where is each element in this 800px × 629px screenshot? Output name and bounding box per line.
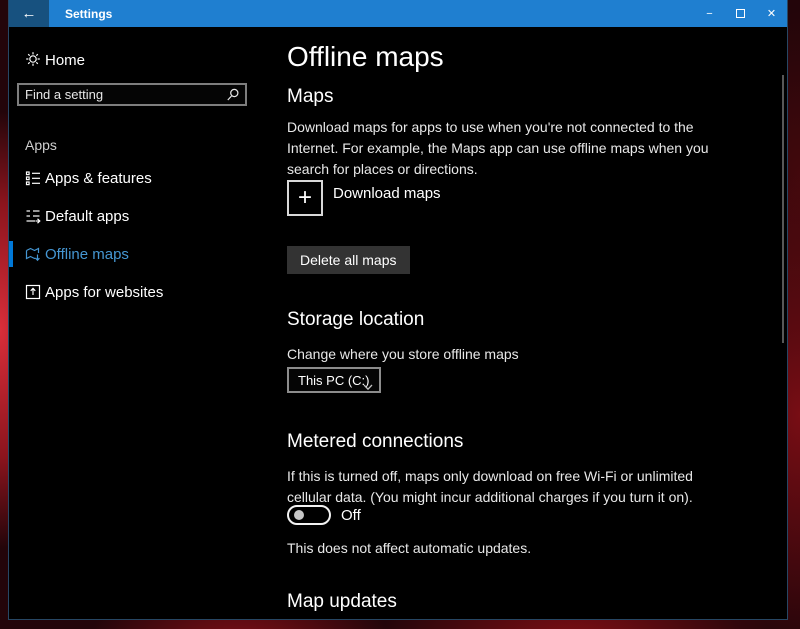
maps-description: Download maps for apps to use when you'r…: [287, 117, 709, 180]
maximize-button[interactable]: [725, 0, 756, 27]
sidebar-home-label: Home: [45, 52, 85, 69]
sidebar-item-apps-features[interactable]: Apps & features: [9, 159, 279, 197]
metered-connections-toggle[interactable]: [287, 505, 331, 525]
maps-heading: Maps: [287, 86, 333, 108]
maximize-icon: [736, 9, 745, 18]
maps-description-line: Internet. For example, the Maps app can …: [287, 138, 709, 159]
close-button[interactable]: ✕: [756, 0, 787, 27]
sidebar-item-apps-for-websites[interactable]: Apps for websites: [9, 273, 279, 311]
toggle-state-label: Off: [341, 507, 361, 524]
storage-location-heading: Storage location: [287, 309, 424, 331]
scrollbar-thumb[interactable]: [782, 75, 784, 343]
storage-location-dropdown[interactable]: This PC (C:): [287, 367, 381, 393]
minimize-button[interactable]: −: [694, 0, 725, 27]
search-input[interactable]: [25, 85, 220, 104]
maps-description-line: Download maps for apps to use when you'r…: [287, 117, 709, 138]
sidebar-item-label: Apps for websites: [45, 284, 163, 301]
plus-icon: +: [298, 184, 312, 211]
apps-for-websites-icon: [25, 284, 41, 305]
close-icon: ✕: [767, 7, 776, 20]
sidebar: Home Apps Apps & features: [9, 27, 279, 619]
map-updates-heading: Map updates: [287, 591, 397, 613]
titlebar: ← Settings − ✕: [9, 0, 787, 27]
gear-icon: [25, 51, 41, 72]
metered-note: This does not affect automatic updates.: [287, 540, 531, 556]
download-maps-button[interactable]: +: [287, 180, 323, 216]
sidebar-item-offline-maps[interactable]: Offline maps: [9, 235, 279, 273]
selection-accent-bar: [9, 241, 13, 267]
sidebar-item-home[interactable]: Home: [9, 45, 279, 75]
sidebar-section-label: Apps: [25, 137, 57, 153]
metered-description-line: If this is turned off, maps only downloa…: [287, 466, 693, 487]
back-button[interactable]: ←: [9, 0, 49, 27]
settings-window: ← Settings − ✕: [8, 0, 788, 620]
metered-description-line: cellular data. (You might incur addition…: [287, 487, 693, 508]
offline-maps-icon: [25, 246, 41, 267]
metered-connections-heading: Metered connections: [287, 431, 463, 453]
chevron-down-icon: [363, 378, 373, 396]
sidebar-item-label: Apps & features: [45, 170, 152, 187]
storage-location-caption: Change where you store offline maps: [287, 346, 519, 362]
toggle-knob: [294, 510, 304, 520]
dropdown-selected-value: This PC (C:): [298, 373, 370, 388]
page-title: Offline maps: [287, 41, 444, 73]
search-icon: [226, 88, 240, 107]
back-arrow-icon: ←: [22, 5, 37, 22]
metered-description: If this is turned off, maps only downloa…: [287, 466, 693, 508]
search-box: [17, 83, 247, 106]
apps-features-icon: [25, 170, 41, 191]
sidebar-item-label: Default apps: [45, 208, 129, 225]
minimize-icon: −: [706, 8, 712, 20]
sidebar-item-label: Offline maps: [45, 246, 129, 263]
sidebar-item-default-apps[interactable]: Default apps: [9, 197, 279, 235]
download-maps-label: Download maps: [333, 185, 441, 202]
main-content: Offline maps Maps Download maps for apps…: [279, 27, 787, 619]
window-controls: − ✕: [694, 0, 787, 27]
default-apps-icon: [25, 208, 41, 229]
window-title: Settings: [65, 7, 694, 21]
delete-all-maps-button[interactable]: Delete all maps: [287, 246, 410, 274]
maps-description-line: search for places or directions.: [287, 159, 709, 180]
